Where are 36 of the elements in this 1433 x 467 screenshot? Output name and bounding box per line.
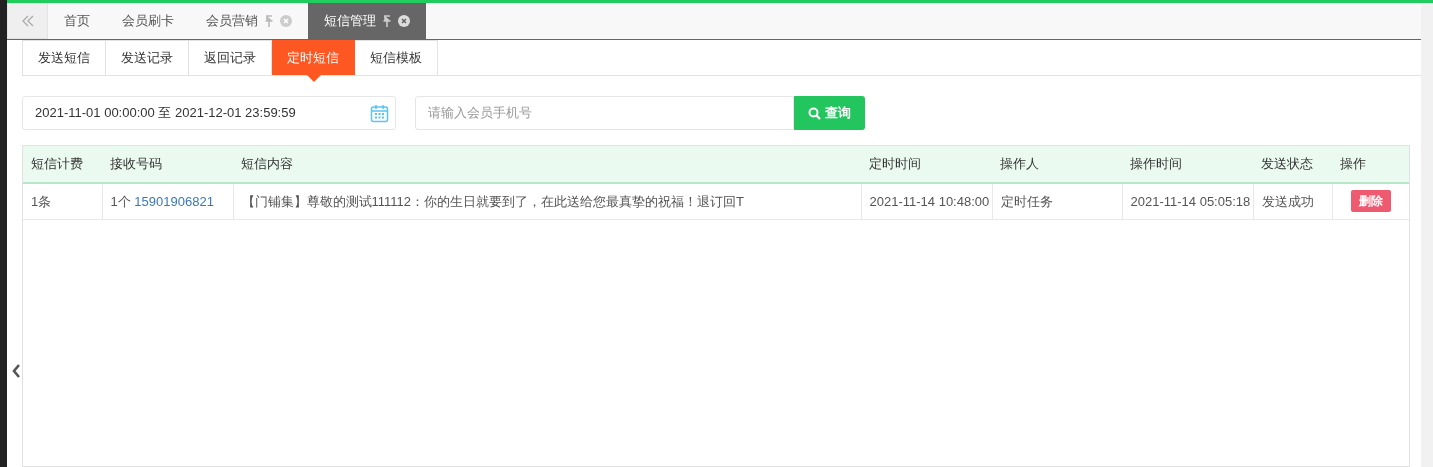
back-button[interactable] xyxy=(7,3,48,39)
sub-tab[interactable]: 短信模板 xyxy=(355,40,438,75)
sub-tab[interactable]: 发送记录 xyxy=(106,40,189,75)
column-header: 定时时间 xyxy=(861,146,992,183)
sub-tab[interactable]: 发送短信 xyxy=(22,40,106,75)
search-icon xyxy=(808,106,821,120)
phone-link[interactable]: 15901906821 xyxy=(134,193,214,209)
page-tab[interactable]: 短信管理 xyxy=(308,3,426,39)
column-header: 操作人 xyxy=(992,146,1122,183)
column-header: 短信计费 xyxy=(23,146,102,183)
column-header: 短信内容 xyxy=(233,146,861,183)
date-range-field[interactable]: 2021-11-01 00:00:00 至 2021-12-01 23:59:59 xyxy=(22,96,396,130)
scrollbar[interactable] xyxy=(1421,3,1433,467)
table-cell: 2021-11-14 05:05:18 xyxy=(1122,183,1253,219)
pointer-triangle-icon xyxy=(306,75,321,82)
page-tab[interactable]: 首页 xyxy=(48,3,106,39)
recipient-count: 1个 xyxy=(110,193,131,209)
double-chevron-left-icon xyxy=(20,15,35,27)
column-header: 发送状态 xyxy=(1253,146,1332,183)
column-header: 操作 xyxy=(1332,146,1409,183)
page-tab[interactable]: 会员营销 xyxy=(190,3,308,39)
phone-search-field[interactable]: 请输入会员手机号 xyxy=(415,96,794,130)
close-icon[interactable] xyxy=(398,15,410,27)
calendar-icon xyxy=(370,103,389,123)
pin-icon xyxy=(264,14,274,28)
column-header: 操作时间 xyxy=(1122,146,1253,183)
table-cell: 发送成功 xyxy=(1253,183,1332,219)
page-tab[interactable]: 会员刷卡 xyxy=(106,3,190,39)
chevron-left-icon[interactable] xyxy=(11,363,21,379)
table-cell: 2021-11-14 10:48:00 xyxy=(861,183,992,219)
pin-icon xyxy=(382,14,392,28)
column-header: 接收号码 xyxy=(102,146,233,183)
sub-tab[interactable]: 返回记录 xyxy=(189,40,272,75)
table-cell: 定时任务 xyxy=(992,183,1122,219)
table-cell: 【门铺集】尊敬的测试111112：你的生日就要到了，在此送给您最真挚的祝福！退订回T xyxy=(233,183,861,219)
table-cell: 1条 xyxy=(23,183,102,219)
